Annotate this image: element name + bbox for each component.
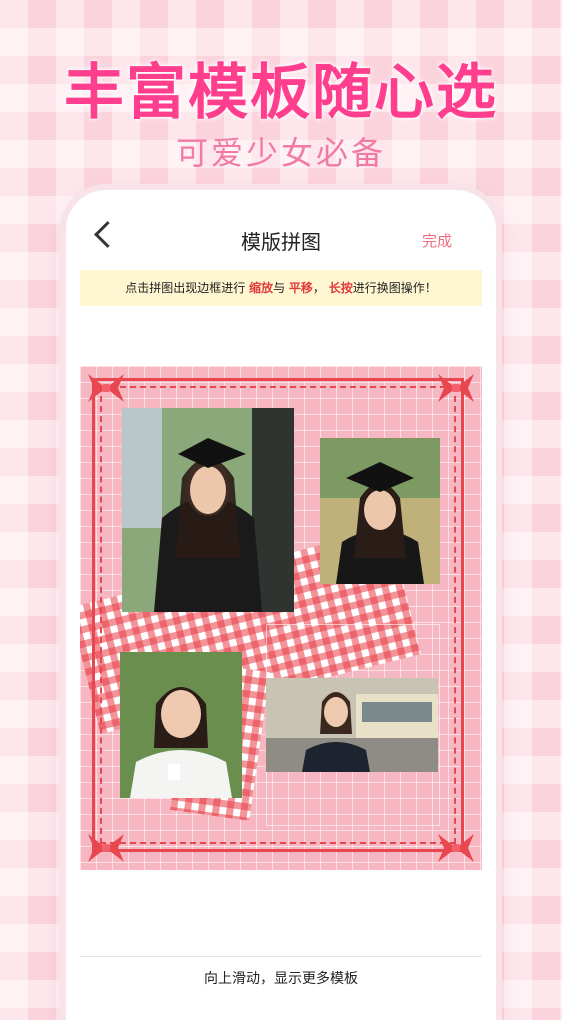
app-screen: 模版拼图 完成 点击拼图出现边框进行 缩放与 平移， 长按进行换图操作！ 向上滑… xyxy=(80,204,482,1000)
tip-text: 进行换图操作！ xyxy=(352,281,437,295)
graduate-portrait-image xyxy=(122,408,294,612)
graduate-portrait-image xyxy=(320,438,440,584)
collage-canvas[interactable] xyxy=(80,366,482,870)
tip-longpress: 长按 xyxy=(328,281,353,295)
footer-divider xyxy=(80,956,482,957)
bow-decoration xyxy=(84,370,128,406)
collage-photo-slot-2[interactable] xyxy=(320,438,440,584)
promo-headline: 丰富模板随心选 xyxy=(64,58,498,128)
bow-decoration xyxy=(84,830,128,866)
promo-subline: 可爱少女必备 xyxy=(175,134,386,172)
girl-portrait-image xyxy=(120,652,242,798)
tip-text: ， xyxy=(312,281,329,295)
collage-photo-slot-3[interactable] xyxy=(120,652,242,798)
bow-decoration xyxy=(434,370,478,406)
navigation-bar: 模版拼图 完成 xyxy=(80,204,482,270)
collage-photo-slot-1[interactable] xyxy=(122,408,294,612)
bow-decoration xyxy=(434,830,478,866)
girl-street-image xyxy=(266,678,438,772)
done-button[interactable]: 完成 xyxy=(422,230,452,251)
tip-text: 点击拼图出现边框进行 xyxy=(125,281,250,295)
scroll-more-hint[interactable]: 向上滑动，显示更多模板 xyxy=(80,968,482,988)
tip-text: 与 xyxy=(273,281,289,295)
instruction-tip: 点击拼图出现边框进行 缩放与 平移， 长按进行换图操作！ xyxy=(80,270,482,306)
tip-move: 平移 xyxy=(288,281,313,295)
tip-zoom: 缩放 xyxy=(249,281,274,295)
collage-photo-slot-4[interactable] xyxy=(266,678,438,772)
